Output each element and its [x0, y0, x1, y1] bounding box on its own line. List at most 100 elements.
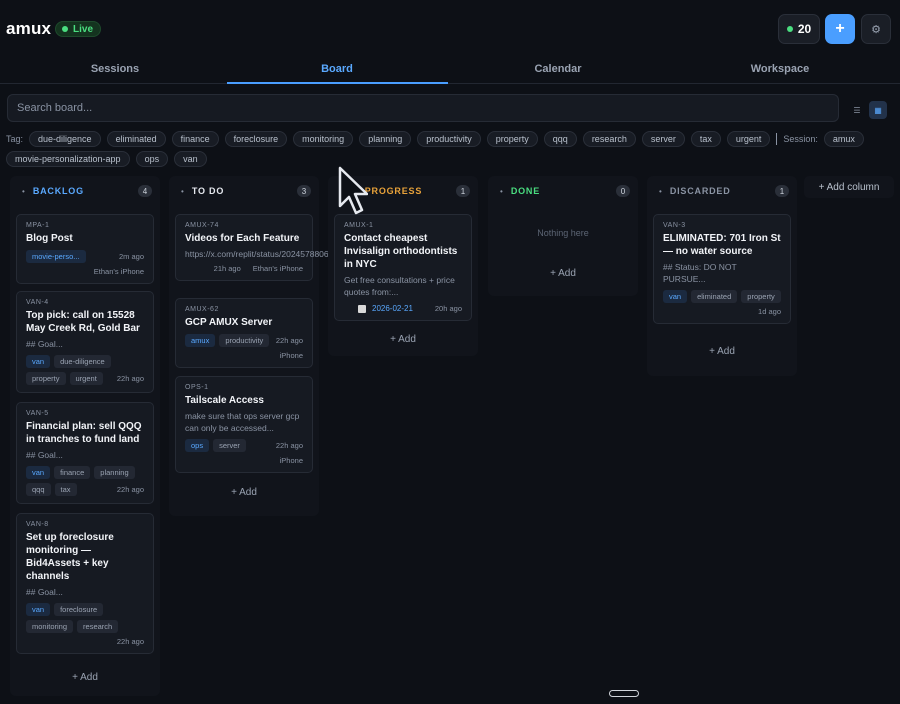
card-timestamp: 22h ago — [116, 485, 144, 494]
tag-filter-chip[interactable]: tax — [690, 131, 721, 147]
task-card[interactable]: AMUX-1 Contact cheapest Invisalign orthod… — [334, 214, 472, 321]
add-column-button[interactable]: + Add column — [804, 176, 894, 198]
tag-filter-chip[interactable]: foreclosure — [224, 131, 288, 147]
search-input[interactable] — [8, 95, 838, 121]
calendar-icon — [358, 304, 366, 313]
card-tag[interactable]: property — [741, 290, 781, 303]
tag-filter-chip[interactable]: server — [641, 131, 685, 147]
add-card-button[interactable]: + Add — [169, 487, 319, 498]
add-card-button[interactable]: + Add — [488, 268, 638, 279]
tag-filter-chip[interactable]: finance — [171, 131, 219, 147]
card-tag[interactable]: qqq — [26, 483, 51, 496]
tab-calendar[interactable]: Calendar — [503, 63, 613, 75]
tab-workspace[interactable]: Workspace — [725, 63, 835, 75]
card-description: ## Goal... — [26, 339, 63, 349]
card-tag[interactable]: productivity — [219, 334, 270, 347]
task-card[interactable]: VAN-3 ELIMINATED: 701 Iron St — no water … — [653, 214, 791, 324]
card-tag[interactable]: finance — [54, 466, 91, 479]
tag-filter-chip[interactable]: productivity — [417, 131, 481, 147]
column-bullet-icon: • — [181, 186, 184, 196]
new-item-button[interactable]: + — [825, 14, 855, 44]
card-id: AMUX-1 — [344, 222, 374, 229]
add-card-button[interactable]: + Add — [328, 334, 478, 345]
column-count-badge: 0 — [616, 185, 630, 197]
tag-filter-chip[interactable]: eliminated — [106, 131, 166, 147]
app-header: amux Live 20 + ⚙ — [0, 0, 900, 58]
card-tag[interactable]: movie-perso... — [26, 250, 86, 263]
column-bullet-icon: • — [659, 186, 662, 196]
card-id: VAN-5 — [26, 410, 49, 417]
card-tag[interactable]: research — [77, 620, 119, 633]
card-tag[interactable]: property — [26, 372, 66, 385]
task-card[interactable]: MPA-1 Blog Post movie-perso... 2m ago Ethan'… — [16, 214, 154, 284]
column-title: DISCARDED — [669, 186, 731, 196]
tag-filter-chip[interactable]: movie-personalization-app — [6, 151, 130, 167]
active-sessions-button[interactable]: 20 — [778, 14, 820, 44]
tag-filter-chip[interactable]: research — [582, 131, 636, 147]
card-tag[interactable]: tax — [54, 483, 77, 496]
column-count-badge: 3 — [297, 185, 311, 197]
task-card[interactable]: AMUX-74 Videos for Each Feature https://x.… — [175, 214, 383, 281]
tag-filter-chip[interactable]: monitoring — [293, 131, 354, 147]
task-card[interactable]: VAN-5 Financial plan: sell QQQ in tranche… — [16, 402, 154, 504]
column-count-badge: 1 — [456, 185, 470, 197]
card-tag[interactable]: amux — [185, 334, 216, 347]
column-title: DONE — [510, 186, 541, 196]
card-tag[interactable]: van — [26, 603, 51, 616]
tag-filter-chip[interactable]: ops — [135, 151, 169, 167]
search-board — [7, 94, 839, 122]
board-column-discarded: • DISCARDED 1 VAN-3 ELIMINATED: 701 Iron St … — [647, 176, 797, 376]
card-tag[interactable]: ops — [185, 439, 210, 452]
card-device: Ethan's iPhone — [93, 267, 144, 276]
board-column-done: • DONE 0 Nothing here + Add — [488, 176, 638, 296]
card-description: https://x.com/replit/status/202457880620… — [185, 249, 383, 259]
card-tags: van due-diligence property urgent 22h ago — [26, 355, 144, 385]
tag-filter-chip[interactable]: due-diligence — [29, 131, 101, 147]
task-card[interactable]: OPS-1 Tailscale Access make sure that ops … — [175, 376, 313, 473]
add-card-button[interactable]: + Add — [10, 672, 160, 683]
card-tag[interactable]: eliminated — [691, 290, 738, 303]
brand-logo[interactable]: amux — [6, 19, 51, 39]
column-bullet-icon: • — [22, 186, 25, 196]
tag-filter-chip[interactable]: van — [174, 151, 207, 167]
column-count-badge: 1 — [775, 185, 789, 197]
card-title: Financial plan: sell QQQ in tranches to … — [26, 421, 142, 445]
task-card[interactable]: AMUX-62 GCP AMUX Server amux productivity 22… — [175, 298, 313, 368]
card-id: OPS-1 — [185, 384, 209, 391]
card-tag[interactable]: urgent — [69, 372, 103, 385]
card-tag[interactable]: van — [26, 466, 51, 479]
tab-board[interactable]: Board — [282, 63, 392, 75]
session-filter-chip[interactable]: amux — [823, 131, 864, 147]
add-card-button[interactable]: + Add — [647, 346, 797, 357]
tab-sessions[interactable]: Sessions — [60, 63, 170, 75]
card-tag[interactable]: van — [663, 290, 688, 303]
card-footer: iPhone — [185, 351, 303, 360]
settings-button[interactable]: ⚙ — [861, 14, 891, 44]
card-tag[interactable]: van — [26, 355, 51, 368]
list-view-icon[interactable]: ☰ — [848, 101, 866, 119]
card-tag[interactable]: monitoring — [26, 620, 74, 633]
tag-filter-chip[interactable]: urgent — [726, 131, 771, 147]
card-tags: ops server 22h ago — [185, 439, 303, 452]
card-timestamp: 20h ago — [434, 304, 462, 313]
card-device: iPhone — [279, 351, 303, 360]
card-tag[interactable]: planning — [94, 466, 135, 479]
plus-icon: + — [835, 20, 845, 37]
card-footer: iPhone — [185, 456, 303, 465]
card-tag[interactable]: server — [213, 439, 246, 452]
card-tag[interactable]: due-diligence — [54, 355, 111, 368]
task-card[interactable]: VAN-8 Set up foreclosure monitoring — Bid… — [16, 513, 154, 654]
tag-filter-chip[interactable]: qqq — [543, 131, 577, 147]
card-id: VAN-4 — [26, 299, 49, 306]
live-dot-icon — [62, 26, 68, 32]
column-title: TO DO — [191, 186, 225, 196]
card-timestamp: 22h ago — [275, 441, 303, 450]
tag-filter-chip[interactable]: planning — [359, 131, 412, 147]
card-timestamp: 22h ago — [275, 336, 303, 345]
board-view-icon[interactable]: ▦ — [869, 101, 887, 119]
card-tag[interactable]: foreclosure — [54, 603, 104, 616]
task-card[interactable]: VAN-4 Top pick: call on 15528 May Creek R… — [16, 291, 154, 393]
card-title: GCP AMUX Server — [185, 317, 273, 328]
card-title: ELIMINATED: 701 Iron St — no water sourc… — [663, 233, 781, 257]
tag-filter-chip[interactable]: property — [486, 131, 538, 147]
